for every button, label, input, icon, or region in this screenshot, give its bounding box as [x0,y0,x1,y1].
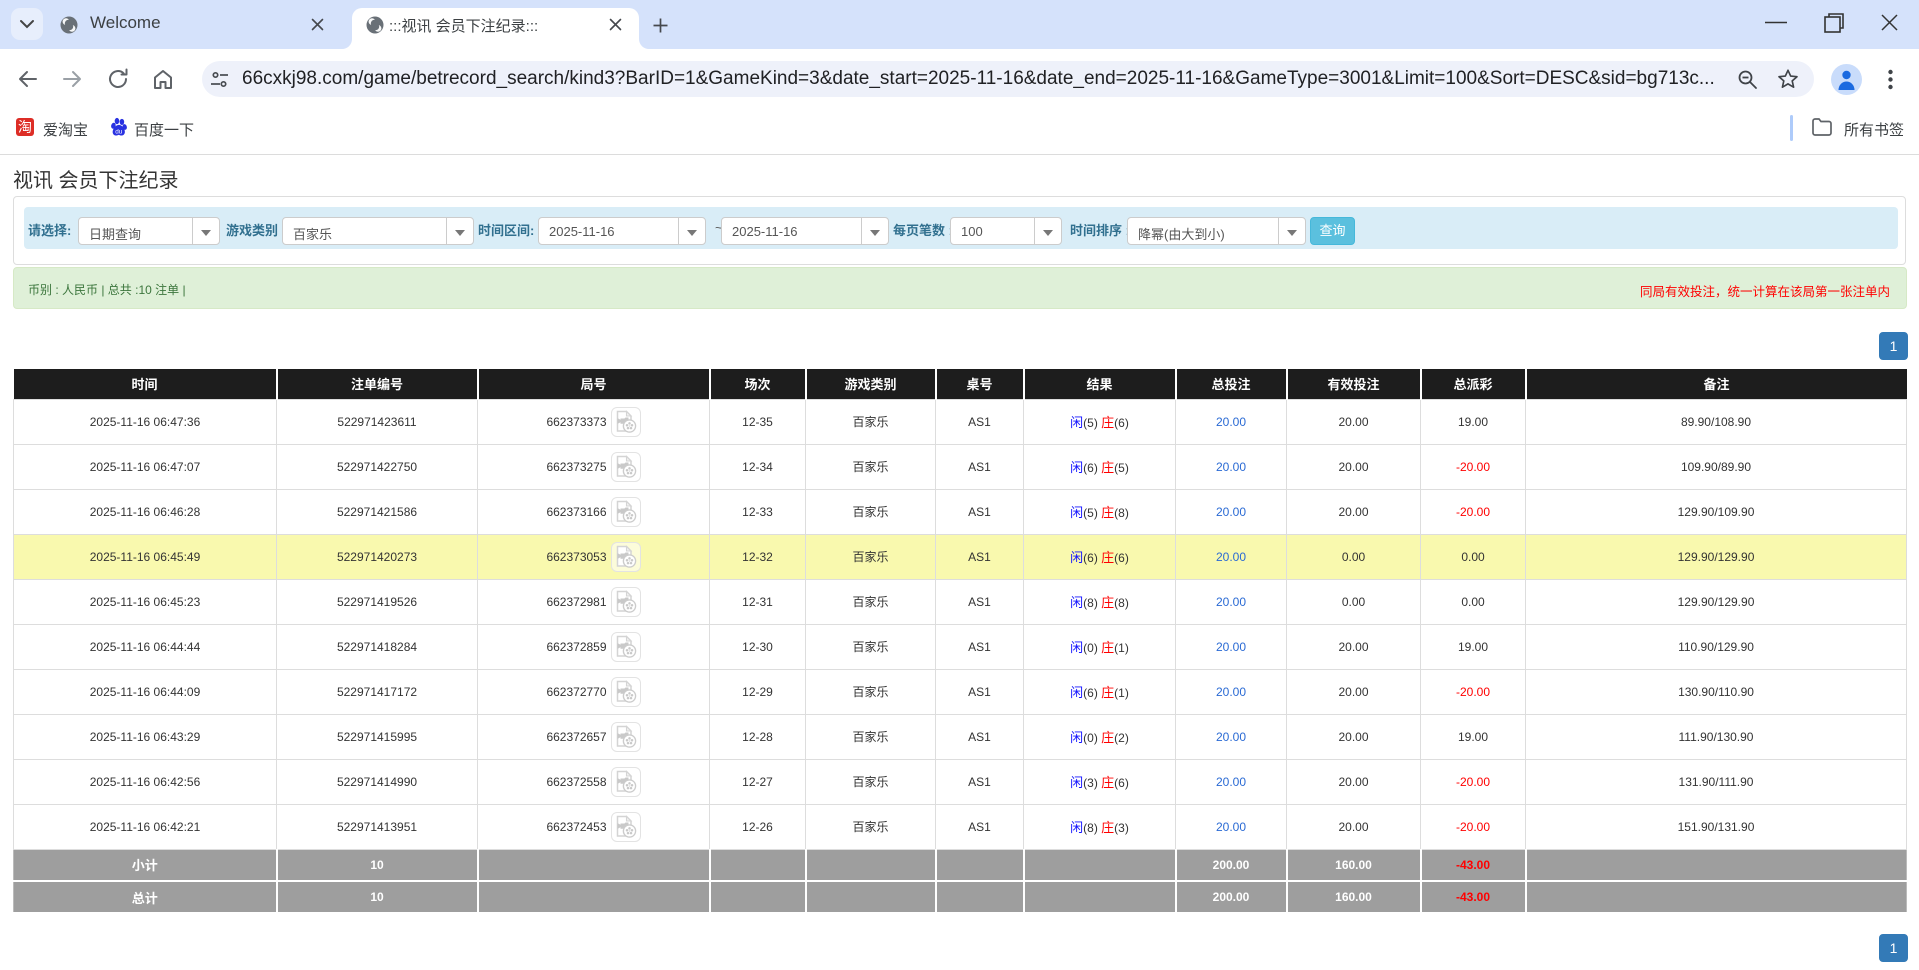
svg-text:du: du [115,129,123,136]
